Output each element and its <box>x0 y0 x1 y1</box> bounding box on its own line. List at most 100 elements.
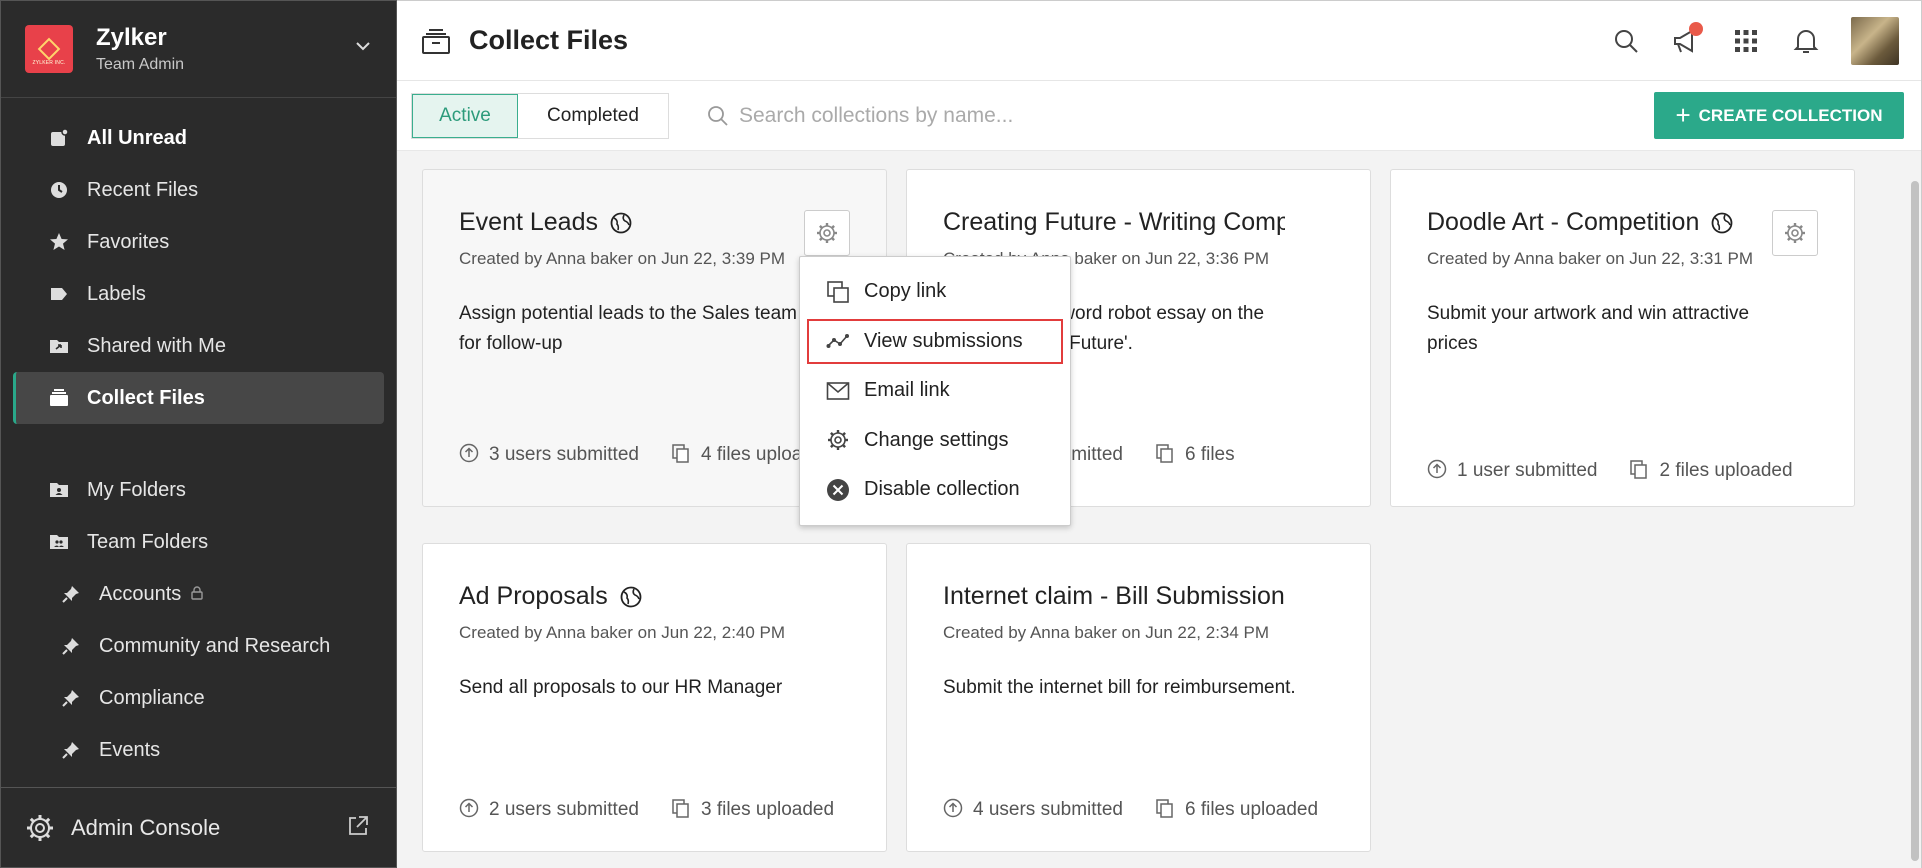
menu-item-label: Change settings <box>864 428 1009 451</box>
lock-icon <box>191 585 203 603</box>
menu-item-label: View submissions <box>864 329 1023 352</box>
sidebar-item-label: Collect Files <box>87 386 205 409</box>
card-title: Creating Future - Writing Competition <box>943 208 1285 236</box>
external-link-icon[interactable] <box>346 814 370 838</box>
sidebar-item-accounts[interactable]: Accounts <box>13 568 384 620</box>
users-submitted: 4 users submitted <box>973 799 1123 820</box>
sidebar-item-events[interactable]: Events <box>13 724 384 776</box>
create-collection-button[interactable]: + CREATE COLLECTION <box>1654 92 1904 139</box>
copy-icon <box>826 280 850 304</box>
gear-icon <box>817 223 837 243</box>
org-logo: ZYLKER INC. <box>25 25 73 73</box>
menu-item-view-submissions[interactable]: View submissions <box>805 317 1065 367</box>
gear-icon <box>826 428 850 452</box>
files-icon <box>672 799 689 818</box>
pin-icon <box>61 688 81 708</box>
sidebar-item-community-and-research[interactable]: Community and Research <box>13 620 384 672</box>
gear-icon <box>27 814 53 841</box>
clock-icon <box>49 180 69 200</box>
sidebar: ZYLKER INC. Zylker Team Admin All Unread… <box>0 0 397 868</box>
announcement-icon[interactable] <box>1671 22 1703 56</box>
upload-icon <box>459 443 479 463</box>
collection-context-menu: Copy link View submissions Email link Ch… <box>799 256 1071 526</box>
sidebar-item-label: Shared with Me <box>87 334 226 357</box>
org-switcher[interactable]: ZYLKER INC. Zylker Team Admin <box>1 1 396 98</box>
create-collection-label: CREATE COLLECTION <box>1698 105 1883 125</box>
search-field[interactable]: Search collections by name... <box>707 104 1013 128</box>
upload-icon <box>459 798 479 818</box>
pin-icon <box>61 636 81 656</box>
sidebar-item-label: Team Folders <box>87 530 209 553</box>
card-stats: 1 user submitted 2 files uploaded <box>1427 455 1834 486</box>
sidebar-item-label: Accounts <box>99 582 182 605</box>
tab-active[interactable]: Active <box>412 93 518 138</box>
sidebar-item-labels[interactable]: Labels <box>13 268 384 320</box>
files-icon <box>1156 444 1173 463</box>
avatar[interactable] <box>1851 17 1899 65</box>
card-description: Send all proposals to our HR Manager <box>459 677 783 698</box>
sidebar-item-my-folders[interactable]: My Folders <box>13 464 384 516</box>
menu-item-email-link[interactable]: Email link <box>800 366 1070 416</box>
status-tabs: Active Completed <box>411 92 669 139</box>
card-title: Doodle Art - Competition <box>1427 208 1700 236</box>
card-description: Assign potential leads to the Sales team… <box>459 303 797 354</box>
collect-files-icon <box>49 388 69 408</box>
label-icon <box>49 284 69 304</box>
collection-card[interactable]: Doodle Art - Competition Created by Anna… <box>1390 169 1855 507</box>
upload-icon <box>943 798 963 818</box>
card-stats: 4 users submitted 6 files uploaded <box>943 794 1350 825</box>
sidebar-item-all-unread[interactable]: All Unread <box>13 112 384 164</box>
files-icon <box>672 444 689 463</box>
menu-item-label: Email link <box>864 379 950 402</box>
sidebar-item-label: Community and Research <box>99 634 331 657</box>
users-submitted: 3 users submitted <box>489 444 639 465</box>
sidebar-item-label: Recent Files <box>87 178 199 201</box>
org-name: Zylker <box>96 24 167 51</box>
admin-console-link[interactable]: Admin Console <box>1 787 396 867</box>
files-uploaded: 3 files uploaded <box>700 799 835 820</box>
card-title: Event Leads <box>459 208 598 236</box>
card-description: Submit the internet bill for reimburseme… <box>943 677 1296 698</box>
bell-icon[interactable] <box>1791 26 1821 56</box>
search-input[interactable]: Search collections by name... <box>739 104 1013 128</box>
menu-item-change-settings[interactable]: Change settings <box>800 416 1070 466</box>
scrollbar[interactable] <box>1911 181 1919 861</box>
chevron-down-icon[interactable] <box>356 39 370 53</box>
menu-item-disable-collection[interactable]: Disable collection <box>800 465 1070 515</box>
sidebar-item-compliance[interactable]: Compliance <box>13 672 384 724</box>
card-description: Submit your artwork and win attractive p… <box>1427 303 1750 354</box>
files-uploaded: 6 files <box>1184 444 1235 465</box>
apps-grid-icon[interactable] <box>1731 26 1761 56</box>
sidebar-nav: All Unread Recent Files Favorites Labels… <box>1 98 396 776</box>
submissions-chart-icon <box>826 329 850 353</box>
search-icon[interactable] <box>1611 26 1641 56</box>
card-settings-button[interactable] <box>1772 210 1818 256</box>
collection-card[interactable]: Ad Proposals Created by Anna baker on Ju… <box>422 543 887 852</box>
sidebar-item-shared-with-me[interactable]: Shared with Me <box>13 320 384 372</box>
top-bar: Collect Files <box>397 1 1921 81</box>
files-icon <box>1630 460 1648 479</box>
collection-card[interactable]: Internet claim - Bill Submission Created… <box>906 543 1371 852</box>
team-folders-icon <box>49 532 69 552</box>
sidebar-item-recent-files[interactable]: Recent Files <box>13 164 384 216</box>
menu-item-copy-link[interactable]: Copy link <box>800 267 1070 317</box>
sidebar-item-label: All Unread <box>87 126 188 149</box>
sidebar-item-favorites[interactable]: Favorites <box>13 216 384 268</box>
card-meta: Created by Anna baker on Jun 22, 3:31 PM <box>1427 249 1754 268</box>
files-uploaded: 6 files uploaded <box>1184 799 1319 820</box>
users-submitted: 2 users submitted <box>489 799 639 820</box>
card-meta: Created by Anna baker on Jun 22, 3:39 PM <box>459 249 786 268</box>
upload-icon <box>1427 459 1447 479</box>
sidebar-item-label: Events <box>99 738 161 761</box>
sidebar-item-label: Labels <box>87 282 146 305</box>
toolbar: Active Completed Search collections by n… <box>397 81 1921 151</box>
sidebar-item-collect-files[interactable]: Collect Files <box>13 372 384 424</box>
card-settings-button[interactable] <box>804 210 850 256</box>
sidebar-item-label: My Folders <box>87 478 186 501</box>
collect-files-icon <box>422 28 450 54</box>
tab-completed[interactable]: Completed <box>518 94 668 138</box>
shared-folder-icon <box>49 336 69 356</box>
card-meta: Created by Anna baker on Jun 22, 2:40 PM <box>459 623 786 642</box>
sidebar-item-team-folders[interactable]: Team Folders <box>13 516 384 568</box>
org-logo-text: ZYLKER INC. <box>32 60 66 66</box>
